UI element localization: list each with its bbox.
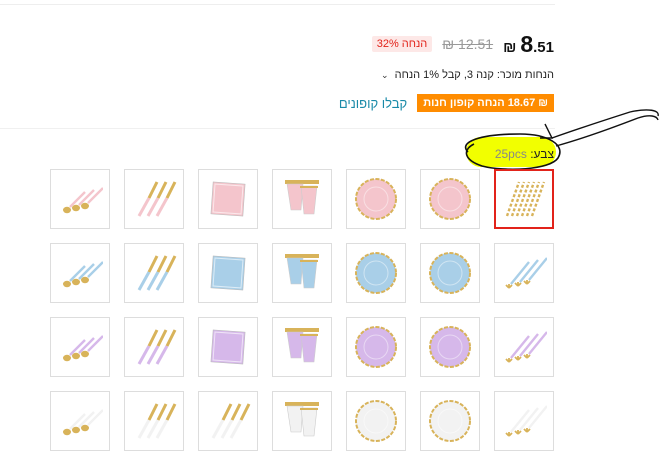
current-price: ₪ 8 .51: [503, 31, 554, 58]
original-price: ₪ 12.51: [442, 36, 494, 52]
get-coupons-link[interactable]: קבלו קופונים: [339, 96, 407, 111]
straws-icon: [505, 181, 546, 217]
section-divider: [0, 128, 555, 129]
color-swatch-knives[interactable]: [124, 391, 184, 451]
color-swatch-cups[interactable]: [272, 169, 332, 229]
color-swatch-wavy-plate[interactable]: [346, 317, 406, 377]
color-swatch-wavy-plate[interactable]: [346, 169, 406, 229]
color-swatch-wavy-plate[interactable]: [420, 243, 480, 303]
wavy-plate-icon: [355, 326, 397, 368]
price-decimal: .51: [533, 38, 554, 56]
napkin-icon: [210, 255, 246, 291]
color-label: צבע:: [530, 147, 554, 161]
wavy-plate-icon: [355, 252, 397, 294]
color-swatch-wavy-plate[interactable]: [346, 391, 406, 451]
cups-icon: [285, 402, 319, 437]
knives-icon: [137, 403, 177, 439]
color-swatch-napkin[interactable]: [198, 317, 258, 377]
cups-icon: [285, 254, 319, 289]
color-swatch-wavy-plate[interactable]: [420, 169, 480, 229]
spoons-icon: [63, 187, 103, 214]
color-swatch-wavy-plate[interactable]: [346, 243, 406, 303]
spoons-icon: [63, 409, 103, 436]
wavy-plate-icon: [429, 178, 471, 220]
knives-icon: [137, 329, 177, 365]
napkin-icon: [210, 181, 246, 217]
color-swatch-napkin[interactable]: [198, 243, 258, 303]
color-swatch-wavy-plate[interactable]: [420, 391, 480, 451]
price-currency: ₪: [503, 38, 517, 56]
knives-icon: [211, 403, 251, 439]
cups-icon: [285, 328, 319, 363]
color-selector-label: צבע: 25pcs: [495, 147, 554, 161]
color-swatch-knives[interactable]: [124, 317, 184, 377]
spoons-icon: [63, 335, 103, 362]
color-swatch-forks[interactable]: [494, 317, 554, 377]
color-swatch-cups[interactable]: [272, 317, 332, 377]
color-swatch-knives[interactable]: [124, 243, 184, 303]
cups-icon: [285, 180, 319, 215]
color-swatch-spoons[interactable]: [50, 243, 110, 303]
color-swatch-wavy-plate[interactable]: [420, 317, 480, 377]
seller-discount-text: הנחות מוכר: קנה 3, קבל 1% הנחה: [394, 69, 554, 81]
color-swatch-knives[interactable]: [198, 391, 258, 451]
color-swatch-straws[interactable]: [494, 169, 554, 229]
price-integer: 8: [520, 30, 534, 57]
wavy-plate-icon: [429, 326, 471, 368]
color-swatch-cups[interactable]: [272, 243, 332, 303]
knives-icon: [137, 181, 177, 217]
color-swatch-spoons[interactable]: [50, 391, 110, 451]
forks-icon: [505, 331, 547, 363]
napkin-icon: [210, 329, 246, 365]
store-coupon-badge: ₪ 18.67 הנחה קופון חנות: [417, 94, 554, 112]
discount-badge: 32% הנחה: [371, 36, 433, 52]
wavy-plate-icon: [429, 400, 471, 442]
color-swatch-napkin[interactable]: [198, 169, 258, 229]
wavy-plate-icon: [429, 252, 471, 294]
seller-discount[interactable]: הנחות מוכר: קנה 3, קבל 1% הנחה ⌄: [381, 69, 554, 81]
color-value: 25pcs: [494, 147, 527, 161]
color-swatch-forks[interactable]: [494, 243, 554, 303]
top-divider: [0, 0, 555, 5]
color-swatch-cups[interactable]: [272, 391, 332, 451]
spoons-icon: [63, 261, 103, 288]
forks-icon: [505, 405, 547, 437]
color-swatch-forks[interactable]: [494, 391, 554, 451]
color-swatch-spoons[interactable]: [50, 317, 110, 377]
knives-icon: [137, 255, 177, 291]
chevron-down-icon: ⌄: [381, 70, 389, 80]
price-row: ₪ 8 .51 ₪ 12.51 32% הנחה: [371, 30, 554, 58]
coupon-row: ₪ 18.67 הנחה קופון חנות קבלו קופונים: [339, 94, 554, 112]
color-swatch-spoons[interactable]: [50, 169, 110, 229]
forks-icon: [505, 257, 547, 289]
wavy-plate-icon: [355, 400, 397, 442]
color-swatch-knives[interactable]: [124, 169, 184, 229]
wavy-plate-icon: [355, 178, 397, 220]
